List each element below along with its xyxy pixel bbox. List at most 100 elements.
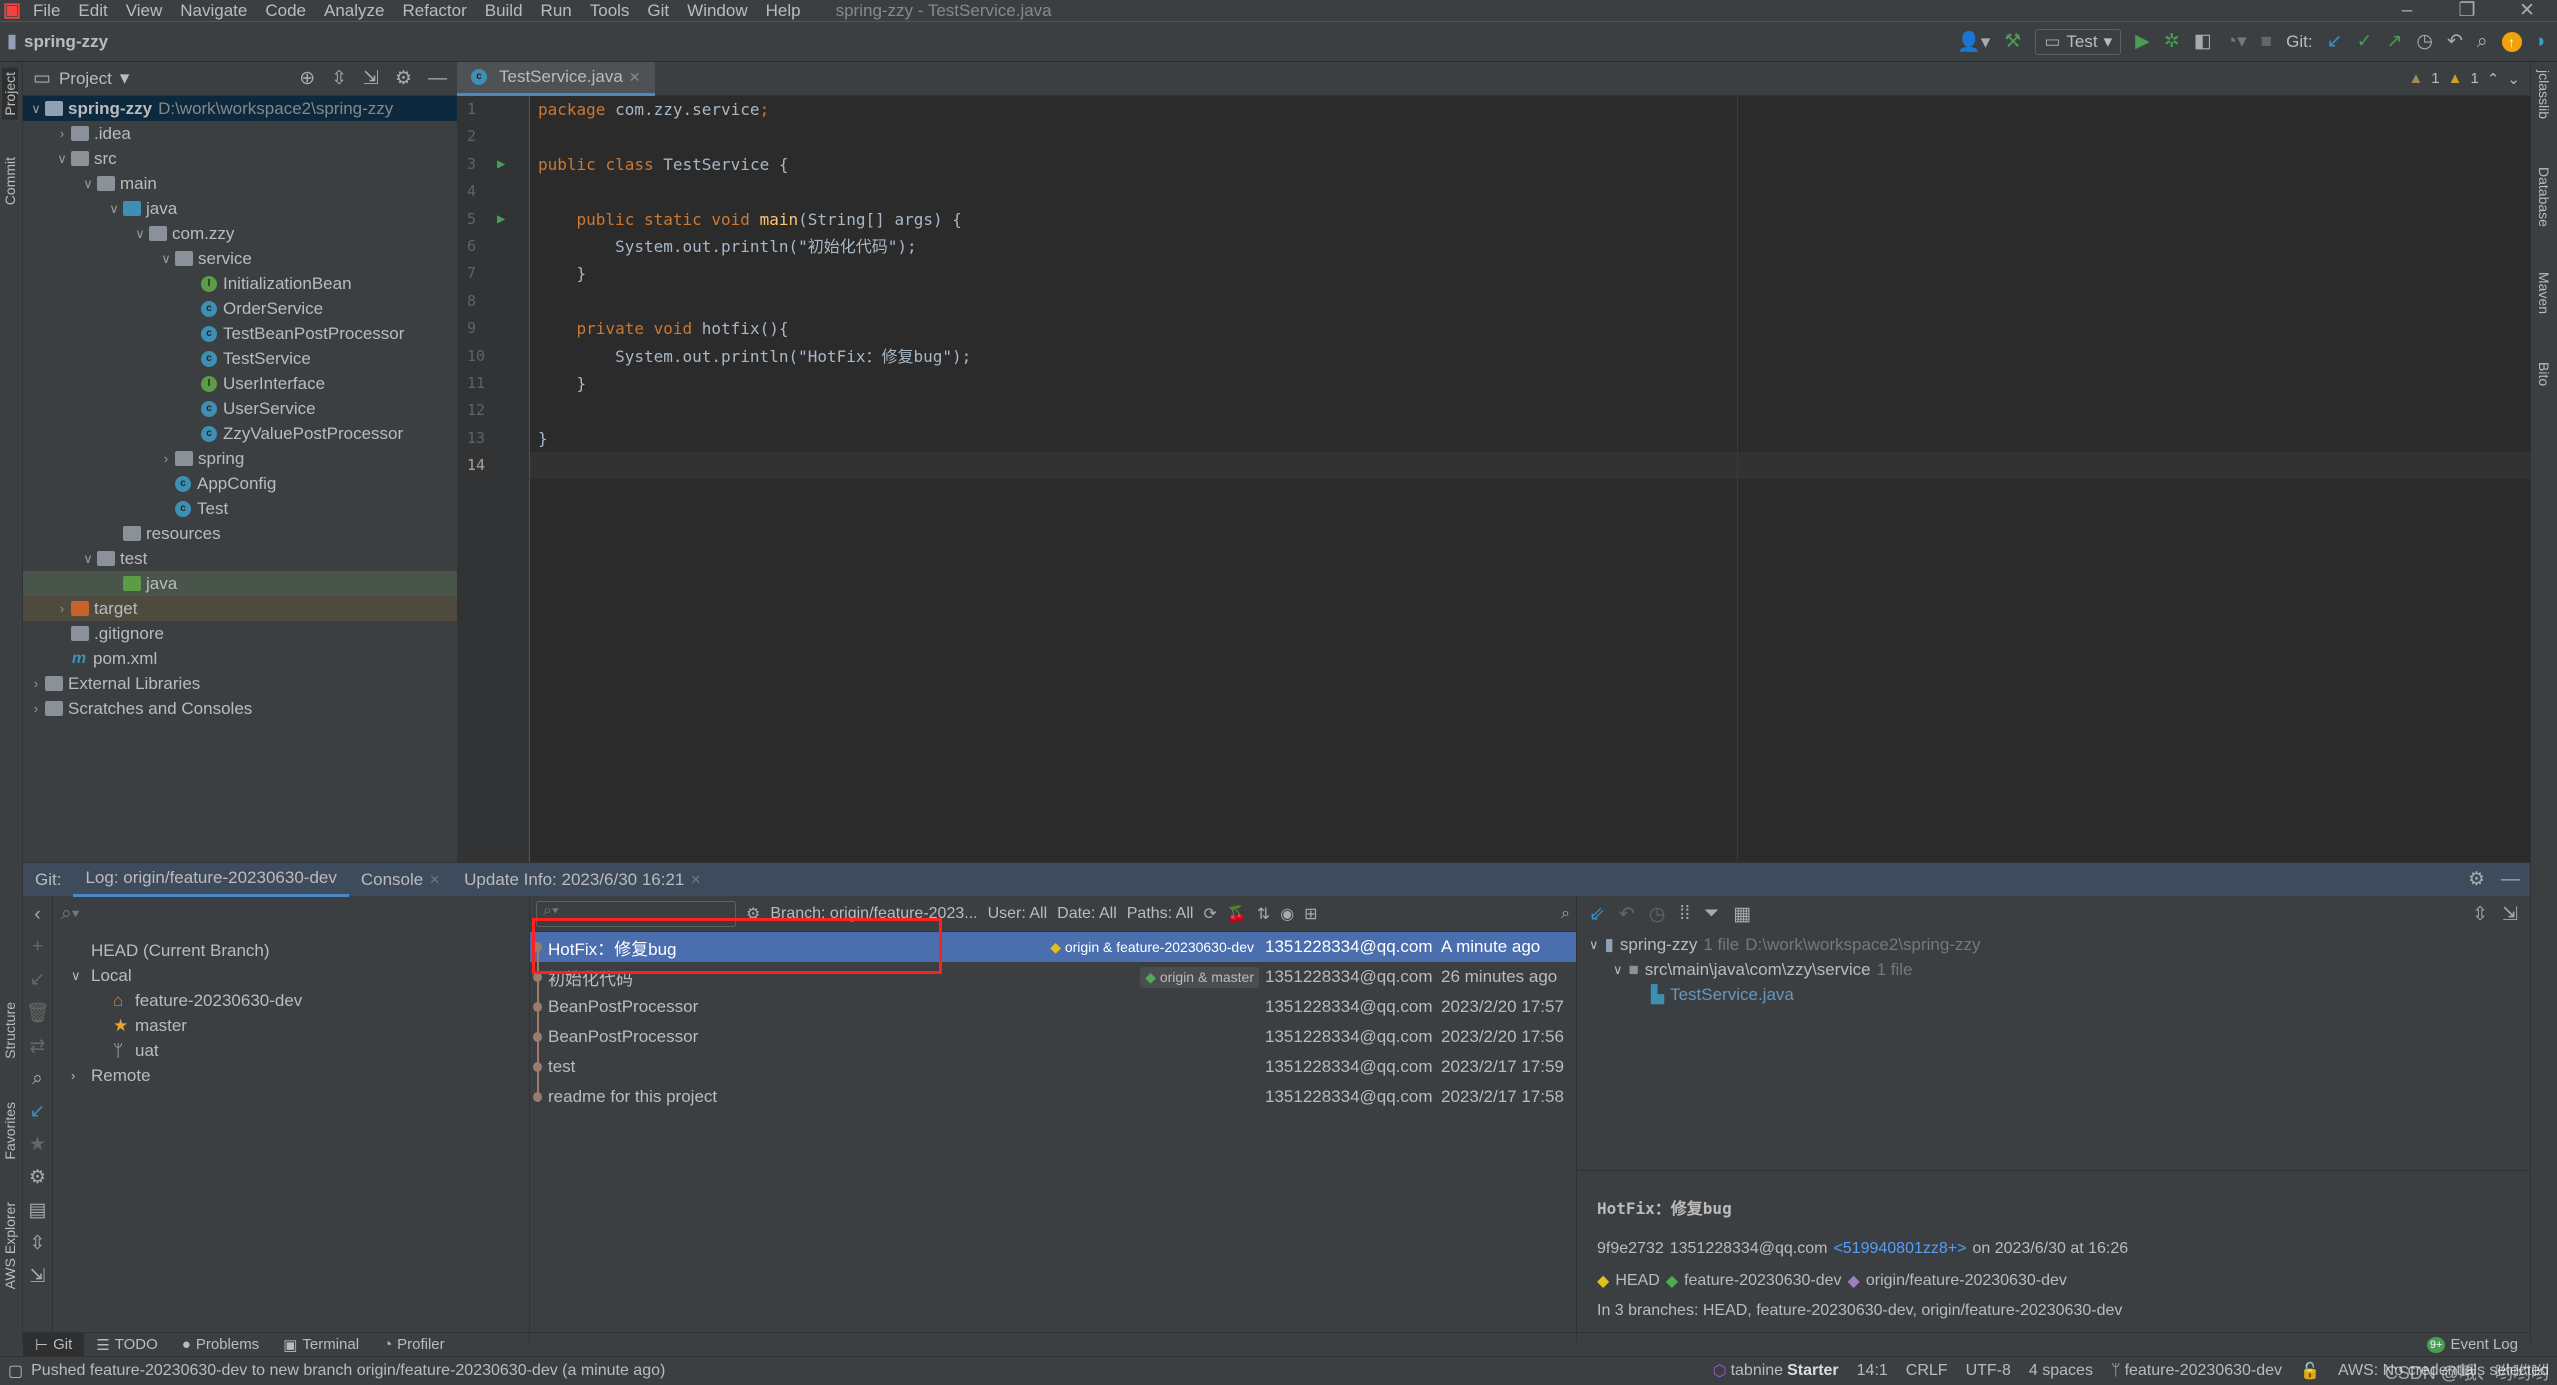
cherry-pick-icon[interactable]: 🍒 <box>1227 904 1247 924</box>
menu-git[interactable]: Git <box>638 1 678 21</box>
menu-view[interactable]: View <box>117 1 172 21</box>
tree-item[interactable]: › External Libraries <box>23 671 457 696</box>
menu-edit[interactable]: Edit <box>69 1 116 21</box>
toolwindow-problems[interactable]: ● Problems <box>170 1333 271 1357</box>
menu-run[interactable]: Run <box>532 1 581 21</box>
tab-testservice-java[interactable]: c TestService.java ✕ <box>457 61 655 96</box>
tree-item[interactable]: ∨ service <box>23 246 457 271</box>
update-icon[interactable]: ↑ <box>2501 31 2522 52</box>
tree-item[interactable]: c TestBeanPostProcessor <box>23 321 457 346</box>
chevron-down-icon[interactable]: ∨ <box>27 101 45 117</box>
plugin-logo-icon[interactable]: ◗ <box>2536 31 2547 53</box>
branch-group-local[interactable]: ∨ Local <box>53 963 529 988</box>
gear-icon[interactable]: ⚙ <box>395 67 412 90</box>
code-editor[interactable]: package com.zzy.service; public class Tes… <box>530 96 2530 862</box>
prev-highlight-icon[interactable]: ⌃ <box>2487 70 2500 88</box>
chevron-right-icon[interactable]: › <box>27 676 45 691</box>
date-filter[interactable]: Date: All <box>1057 905 1117 923</box>
tree-item[interactable]: c UserService <box>23 396 457 421</box>
git-branch-widget[interactable]: ᛘ feature-20230630-dev <box>2111 1362 2282 1380</box>
stop-icon[interactable]: ■ <box>2261 31 2272 53</box>
tree-item[interactable]: c AppConfig <box>23 471 457 496</box>
debug-icon[interactable]: ✲ <box>2164 30 2180 53</box>
tree-item[interactable]: ∨ src <box>23 146 457 171</box>
user-filter[interactable]: User: All <box>988 905 1048 923</box>
status-message[interactable]: Pushed feature-20230630-dev to new branc… <box>31 1362 665 1380</box>
chevron-right-icon[interactable]: › <box>157 451 175 466</box>
lock-icon[interactable]: 🔓 <box>2300 1361 2320 1381</box>
collapse-all-icon[interactable]: ⇲ <box>2502 903 2518 926</box>
file-encoding[interactable]: UTF-8 <box>1966 1362 2011 1380</box>
breadcrumb-project[interactable]: spring-zzy <box>24 32 108 52</box>
open-new-tab-icon[interactable]: ⊞ <box>1304 904 1317 924</box>
tab-git-1[interactable]: Console ✕ <box>349 863 452 897</box>
tree-item[interactable]: m pom.xml <box>23 646 457 671</box>
user-icon[interactable]: 👤▾ <box>1957 30 1990 54</box>
chevron-right-icon[interactable]: › <box>53 601 71 616</box>
coverage-icon[interactable]: ◧ <box>2194 30 2212 53</box>
commit-row[interactable]: test 1351228334@qq.com 2023/2/17 17:59 <box>530 1052 1576 1082</box>
project-view-select[interactable]: Project <box>59 69 112 89</box>
stripe-commit[interactable]: Commit <box>2 157 18 205</box>
changes-root[interactable]: ∨ ▮ spring-zzy 1 file D:\work\workspace2\spr… <box>1577 932 2530 957</box>
chevron-left-icon[interactable]: ‹ <box>34 904 40 926</box>
indent-setting[interactable]: 4 spaces <box>2029 1362 2093 1380</box>
stripe-bito[interactable]: Bito <box>2536 362 2552 386</box>
tree-item[interactable]: c TestService <box>23 346 457 371</box>
branch-item[interactable]: ⌂ feature-20230630-dev <box>53 988 529 1013</box>
profile-icon[interactable]: ◔▾ <box>2226 30 2247 53</box>
chevron-down-icon[interactable]: ∨ <box>131 226 149 242</box>
toolwindow-todo[interactable]: ☰ TODO <box>84 1333 170 1357</box>
run-icon[interactable]: ▶ <box>2135 30 2150 53</box>
stripe-database[interactable]: Database <box>2536 167 2552 227</box>
tree-item[interactable]: ∨ com.zzy <box>23 221 457 246</box>
tabnine-widget[interactable]: ⬡ tabnine Starter <box>1713 1361 1839 1381</box>
expand-all-icon[interactable]: ⇳ <box>30 1232 46 1255</box>
group-icon[interactable]: ▤ <box>29 1199 47 1222</box>
gear-icon[interactable]: ⚙ <box>2468 868 2485 891</box>
branch-search-input[interactable]: ⌕▾ <box>53 896 529 932</box>
commit-row[interactable]: BeanPostProcessor 1351228334@qq.com 2023/2… <box>530 1022 1576 1052</box>
restore-button[interactable]: ❐ <box>2437 0 2497 22</box>
tree-item[interactable]: I UserInterface <box>23 371 457 396</box>
tree-item[interactable]: .gitignore <box>23 621 457 646</box>
tree-item[interactable]: c Test <box>23 496 457 521</box>
revert-icon[interactable]: ↶ <box>1619 903 1635 926</box>
tree-item[interactable]: ∨ test <box>23 546 457 571</box>
chevron-down-icon[interactable]: ∨ <box>157 251 175 267</box>
chevron-down-icon[interactable]: ∨ <box>79 176 97 192</box>
caret-position[interactable]: 14:1 <box>1857 1362 1888 1380</box>
tree-item[interactable]: › .idea <box>23 121 457 146</box>
paths-filter[interactable]: Paths: All <box>1127 905 1194 923</box>
branch-item[interactable]: ★ master <box>53 1013 529 1038</box>
search-icon[interactable]: ⌕ <box>1561 905 1570 923</box>
locate-icon[interactable]: ⊕ <box>299 67 315 90</box>
close-tab-icon[interactable]: ✕ <box>690 872 701 888</box>
menu-help[interactable]: Help <box>757 1 810 21</box>
chevron-down-icon[interactable]: ∨ <box>79 551 97 567</box>
weak-warning-icon[interactable]: ▲ <box>2448 70 2463 87</box>
commit-row[interactable]: readme for this project 1351228334@qq.com… <box>530 1082 1576 1112</box>
chevron-right-icon[interactable]: › <box>27 701 45 716</box>
expand-all-icon[interactable]: ⇳ <box>331 67 347 90</box>
toolwindow-terminal[interactable]: ▣ Terminal <box>271 1333 371 1357</box>
chevron-down-icon[interactable]: ∨ <box>105 201 123 217</box>
tab-git-2[interactable]: Update Info: 2023/6/30 16:21 ✕ <box>452 863 713 897</box>
compare-icon[interactable]: ⇄ <box>30 1035 46 1058</box>
menu-file[interactable]: File <box>24 1 69 21</box>
history-icon[interactable]: ◷ <box>1649 903 1666 926</box>
sort-icon[interactable]: ⇅ <box>1257 904 1270 924</box>
rollback-icon[interactable]: ↶ <box>2447 30 2463 53</box>
chevron-right-icon[interactable]: › <box>53 126 71 141</box>
changes-dir[interactable]: ∨ ■ src\main\java\com\zzy\service 1 file <box>1577 957 2530 982</box>
menu-window[interactable]: Window <box>678 1 756 21</box>
event-log-button[interactable]: 9+ Event Log <box>2415 1333 2530 1357</box>
group-by-icon[interactable]: ⁞⁞ <box>1679 903 1690 925</box>
add-icon[interactable]: + <box>32 936 43 958</box>
tree-item[interactable]: I InitializationBean <box>23 271 457 296</box>
tree-item[interactable]: ∨ spring-zzy D:\work\workspace2\spring-zzy <box>23 96 457 121</box>
menu-code[interactable]: Code <box>256 1 315 21</box>
tree-item[interactable]: › spring <box>23 446 457 471</box>
gear-icon[interactable]: ⚙ <box>29 1166 46 1189</box>
branch-group-remote[interactable]: › Remote <box>53 1063 529 1088</box>
